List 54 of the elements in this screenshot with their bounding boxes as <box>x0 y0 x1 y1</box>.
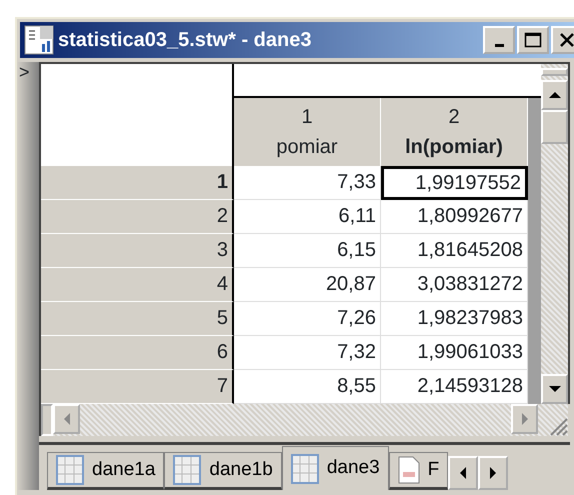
tab-scroll-left-button[interactable] <box>448 456 478 490</box>
down-arrow-icon <box>548 385 562 393</box>
table-cell: 1,98237983 <box>381 302 528 336</box>
row-header[interactable]: 1 <box>41 166 234 200</box>
right-arrow-icon <box>489 466 498 480</box>
scroll-down-button[interactable] <box>541 374 568 404</box>
tab-scroll-right-button[interactable] <box>478 456 508 490</box>
left-arrow-icon <box>459 466 468 480</box>
table-cell: 7,26 <box>234 302 381 336</box>
table-cell: 1,80992677 <box>381 200 528 234</box>
maximize-icon <box>524 32 542 48</box>
spreadsheet-icon <box>24 25 54 55</box>
table-icon <box>290 454 319 484</box>
sheet-tab[interactable]: dane1b <box>164 452 282 490</box>
scroll-left-button[interactable] <box>53 404 80 434</box>
table-icon <box>173 455 202 485</box>
row-header[interactable]: 7 <box>41 370 234 404</box>
close-button[interactable] <box>551 26 574 54</box>
table-cell: 6,15 <box>234 234 381 268</box>
row-marker: > <box>19 62 30 82</box>
table-cell: 1,99197552 <box>381 166 528 200</box>
column-header[interactable]: 2 ln(pomiar) <box>381 98 528 166</box>
sheet-tab[interactable]: dane1a <box>47 452 164 490</box>
close-icon <box>559 32 574 48</box>
split-handle[interactable] <box>541 68 568 76</box>
table-cell: 1,81645208 <box>381 234 528 268</box>
row-header[interactable]: 2 <box>41 200 234 234</box>
minimize-icon <box>494 44 504 46</box>
table-cell: 20,87 <box>234 268 381 302</box>
row-header[interactable]: 4 <box>41 268 234 302</box>
row-header[interactable]: 6 <box>41 336 234 370</box>
up-arrow-icon <box>548 91 562 99</box>
right-arrow-icon <box>520 412 528 426</box>
document-icon <box>398 456 420 484</box>
scroll-up-button[interactable] <box>541 80 568 110</box>
horizontal-scrollbar[interactable] <box>39 404 568 436</box>
sheet-tab[interactable]: dane3 <box>282 446 389 490</box>
table-cell: 6,11 <box>234 200 381 234</box>
column-header[interactable]: 1 pomiar <box>234 98 381 166</box>
table-cell: 3,03831272 <box>381 268 528 302</box>
window-title: statistica03_5.stw* - dane3 <box>58 28 312 53</box>
table-cell: 7,33 <box>234 166 381 200</box>
left-arrow-icon <box>62 412 70 426</box>
vertical-scrollbar[interactable] <box>541 64 568 404</box>
sheet-tab[interactable]: F <box>388 452 448 490</box>
scroll-thumb[interactable] <box>541 110 568 144</box>
row-header[interactable]: 3 <box>41 234 234 268</box>
table-cell: 7,32 <box>234 336 381 370</box>
table-icon <box>56 455 84 485</box>
row-header[interactable]: 5 <box>41 302 234 336</box>
table-cell: 1,99061033 <box>381 336 528 370</box>
minimize-button[interactable] <box>483 26 515 54</box>
maximize-button[interactable] <box>517 26 549 54</box>
scroll-thumb[interactable] <box>41 404 53 436</box>
